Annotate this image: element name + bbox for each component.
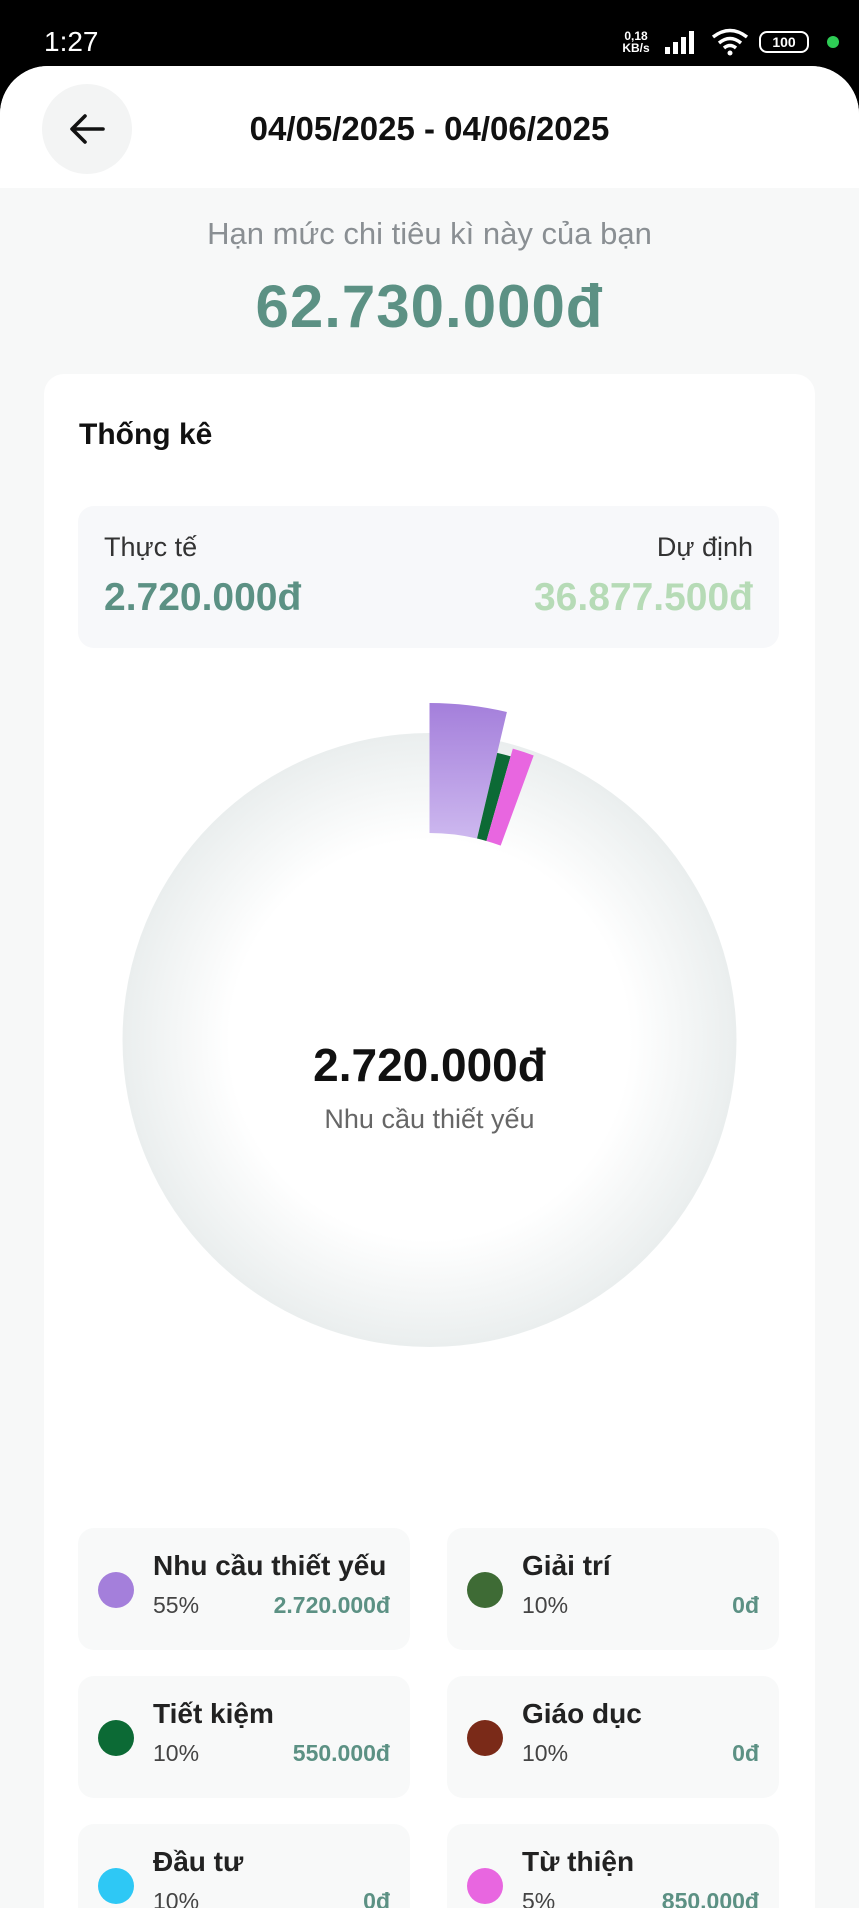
category-card[interactable]: Tiết kiệm 10% 550.000đ — [78, 1676, 410, 1798]
planned-label: Dự định — [656, 532, 753, 562]
category-card[interactable]: Giải trí 10% 0đ — [447, 1528, 779, 1650]
category-name: Nhu cầu thiết yếu — [153, 1550, 387, 1581]
category-name: Từ thiện — [522, 1846, 635, 1877]
category-name: Giáo dục — [522, 1698, 642, 1729]
category-amount: 550.000đ — [292, 1740, 390, 1766]
category-card[interactable]: Từ thiện 5% 850.000đ — [447, 1824, 779, 1908]
privacy-dot-icon — [827, 36, 839, 48]
category-card[interactable]: Giáo dục 10% 0đ — [447, 1676, 779, 1798]
limit-value: 62.730.000đ — [255, 273, 604, 340]
category-color-dot — [98, 1868, 134, 1904]
status-bar: 1:27 0,18 KB/s 100 — [0, 0, 859, 70]
category-amount: 0đ — [732, 1740, 759, 1766]
signal-icon — [665, 31, 694, 54]
date-range-title[interactable]: 04/05/2025 - 04/06/2025 — [0, 110, 859, 148]
category-percent: 10% — [153, 1888, 200, 1908]
wifi-icon — [711, 28, 749, 56]
network-speed-unit: KB/s — [622, 41, 650, 55]
category-amount: 0đ — [732, 1592, 759, 1618]
category-color-dot — [98, 1720, 134, 1756]
category-percent: 10% — [153, 1740, 200, 1766]
stats-title: Thống kê — [79, 418, 213, 451]
category-name: Giải trí — [522, 1550, 611, 1581]
planned-value: 36.877.500đ — [533, 576, 753, 619]
category-amount: 850.000đ — [661, 1888, 759, 1908]
battery-level: 100 — [772, 34, 796, 50]
limit-label: Hạn mức chi tiêu kì này của bạn — [207, 216, 652, 251]
category-color-dot — [467, 1572, 503, 1608]
category-percent: 10% — [522, 1740, 569, 1766]
category-percent: 10% — [522, 1592, 569, 1618]
donut-chart[interactable] — [44, 674, 815, 1354]
network-speed: 0,18 KB/s — [619, 30, 653, 54]
actual-value: 2.720.000đ — [104, 576, 302, 619]
category-amount: 2.720.000đ — [273, 1592, 390, 1618]
category-percent: 55% — [153, 1592, 200, 1618]
screen: 04/05/2025 - 04/06/2025 Hạn mức chi tiêu… — [0, 66, 859, 1908]
summary-box: Thực tế 2.720.000đ Dự định 36.877.500đ — [78, 506, 779, 648]
category-percent: 5% — [522, 1888, 556, 1908]
status-icons: 0,18 KB/s 100 — [619, 26, 839, 58]
status-time: 1:27 — [44, 26, 99, 57]
category-color-dot — [98, 1572, 134, 1608]
actual-label: Thực tế — [104, 532, 198, 562]
donut-center-amount: 2.720.000đ — [313, 1039, 546, 1091]
category-color-dot — [467, 1868, 503, 1904]
category-name: Đầu tư — [153, 1846, 244, 1877]
category-name: Tiết kiệm — [153, 1698, 274, 1729]
battery-icon: 100 — [759, 31, 809, 53]
header: 04/05/2025 - 04/06/2025 — [0, 66, 859, 188]
donut-center-label: Nhu cầu thiết yếu — [324, 1104, 535, 1134]
category-card[interactable]: Đầu tư 10% 0đ — [78, 1824, 410, 1908]
category-amount: 0đ — [363, 1888, 390, 1908]
category-color-dot — [467, 1720, 503, 1756]
category-card[interactable]: Nhu cầu thiết yếu 55% 2.720.000đ — [78, 1528, 410, 1650]
category-legend: Nhu cầu thiết yếu 55% 2.720.000đ Giải trí 10… — [78, 1528, 779, 1908]
stats-card: Thống kê Thực tế 2.720.000đ Dự định 36.8… — [44, 374, 815, 1908]
